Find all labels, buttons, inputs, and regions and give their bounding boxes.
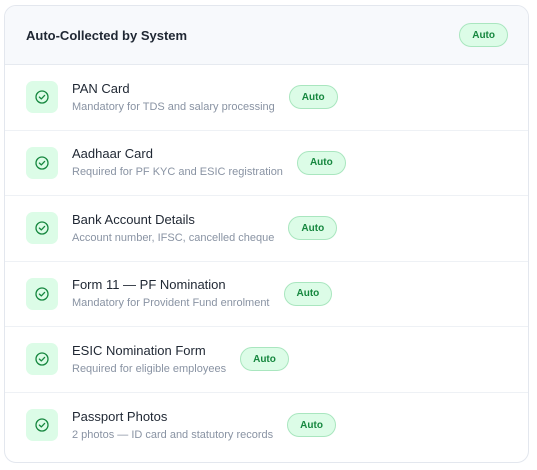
document-description: Account number, IFSC, cancelled cheque — [72, 231, 275, 244]
document-title: ESIC Nomination Form — [72, 342, 206, 358]
document-description: Mandatory for TDS and salary processing — [72, 100, 275, 113]
list-item: Form 11 — PF Nomination Mandatory for Pr… — [5, 262, 528, 327]
check-circle-icon — [26, 277, 58, 310]
check-circle-icon — [26, 146, 58, 179]
document-list: PAN Card Mandatory for TDS and salary pr… — [5, 65, 528, 458]
auto-badge: Auto — [288, 85, 338, 110]
auto-badge: Auto — [288, 216, 338, 241]
document-text: ESIC Nomination Form Required for eligib… — [72, 342, 226, 377]
document-text: Form 11 — PF Nomination Mandatory for Pr… — [72, 276, 270, 311]
list-item: Aadhaar Card Required for PF KYC and ESI… — [5, 131, 528, 196]
auto-badge: Auto — [240, 347, 289, 372]
document-title: Passport Photos — [72, 408, 168, 424]
document-description: 2 photos — ID card and statutory records — [72, 428, 274, 441]
document-description: Required for PF KYC and ESIC registratio… — [72, 166, 283, 179]
section-title: Auto-Collected by System — [26, 27, 188, 43]
document-title: PAN Card — [72, 80, 130, 96]
document-text: PAN Card Mandatory for TDS and salary pr… — [72, 80, 275, 115]
auto-badge: Auto — [287, 413, 336, 438]
list-item: Passport Photos 2 photos — ID card and s… — [5, 393, 528, 459]
document-text: Bank Account Details Account number, IFS… — [72, 211, 274, 246]
card-header: Auto-Collected by System Auto — [5, 6, 528, 65]
check-circle-icon — [26, 81, 58, 114]
auto-badge: Auto — [283, 281, 333, 306]
document-title: Aadhaar Card — [72, 146, 153, 162]
document-title: Form 11 — PF Nomination — [72, 277, 226, 293]
auto-collected-card: Auto-Collected by System Auto PAN Card M… — [4, 5, 529, 463]
check-circle-icon — [26, 343, 58, 376]
document-title: Bank Account Details — [72, 211, 195, 227]
list-item: Bank Account Details Account number, IFS… — [5, 196, 528, 262]
list-item: ESIC Nomination Form Required for eligib… — [5, 327, 528, 393]
document-description: Mandatory for Provident Fund enrolment — [72, 297, 270, 310]
auto-badge: Auto — [296, 150, 346, 175]
document-text: Aadhaar Card Required for PF KYC and ESI… — [72, 145, 283, 180]
document-description: Required for eligible employees — [72, 362, 227, 375]
document-text: Passport Photos 2 photos — ID card and s… — [72, 408, 273, 443]
auto-badge: Auto — [459, 23, 508, 47]
check-circle-icon — [26, 212, 58, 245]
check-circle-icon — [26, 409, 58, 442]
list-item: PAN Card Mandatory for TDS and salary pr… — [5, 65, 528, 131]
